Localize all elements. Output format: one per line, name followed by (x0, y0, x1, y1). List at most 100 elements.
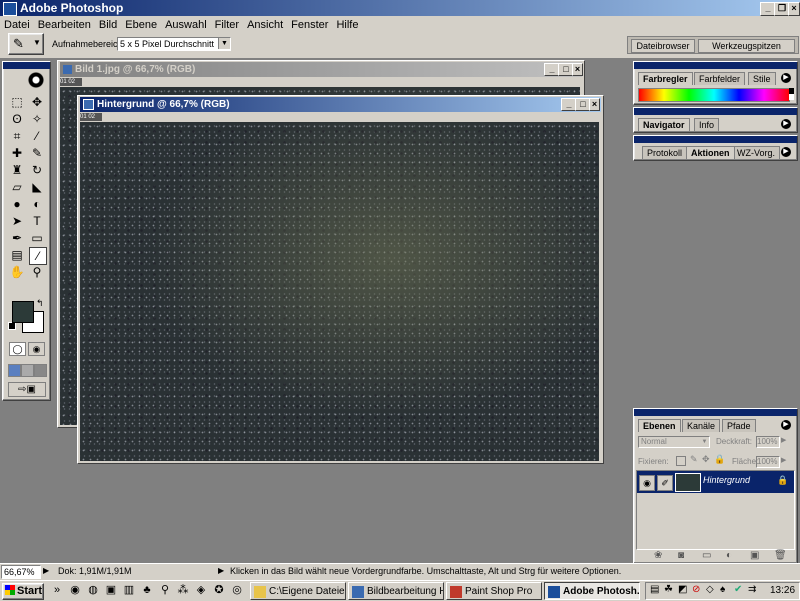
fill-arrow-icon[interactable]: ▶ (781, 456, 786, 464)
tab-info[interactable]: Info (694, 118, 720, 131)
close-button[interactable]: × (589, 98, 600, 111)
opacity-input[interactable]: 100% (756, 436, 780, 448)
tray-icon-8[interactable]: ⇉ (748, 584, 756, 595)
black-white-swatch[interactable] (789, 88, 794, 100)
delete-layer-icon[interactable]: 🗑 (774, 550, 787, 561)
screen-mode-standard-button[interactable] (8, 364, 21, 377)
zoom-icon[interactable]: ⚲ (29, 264, 45, 280)
search-icon[interactable]: ⚲ (158, 583, 172, 597)
move-icon[interactable]: ✥ (29, 94, 45, 110)
tree-icon[interactable]: ♣ (140, 583, 154, 597)
healing-brush-icon[interactable]: ✚ (9, 145, 25, 161)
start-button[interactable]: Start (2, 583, 44, 600)
panel-menu-icon[interactable]: ▶ (781, 420, 791, 430)
tab-protokoll[interactable]: Protokoll (642, 146, 688, 159)
standard-mode-button[interactable]: ◯ (9, 342, 26, 356)
sample-size-select[interactable]: 5 x 5 Pixel Durchschnitt ▼ (117, 37, 231, 51)
tab-farbfelder[interactable]: Farbfelder (694, 72, 746, 85)
media-icon[interactable]: ◎ (230, 583, 244, 597)
marquee-icon[interactable]: ⬚ (9, 94, 25, 110)
lock-paint-icon[interactable]: ✎ (690, 454, 698, 465)
layer-row-hintergrund[interactable]: ◉ ✐ Hintergrund 🔒 (637, 471, 794, 493)
save-icon[interactable]: ▣ (104, 583, 118, 597)
lasso-icon[interactable]: ʘ (9, 111, 25, 127)
tray-icon-3[interactable]: ◩ (678, 584, 687, 595)
eye-icon[interactable]: ◉ (639, 475, 655, 491)
crop-icon[interactable]: ⌗ (9, 128, 25, 144)
tab-wz-vorg[interactable]: WZ-Vorg. (732, 146, 781, 159)
tab-werkzeugspitzen[interactable]: Werkzeugspitzen (698, 39, 795, 53)
dodge-icon[interactable]: ◐ (29, 196, 45, 212)
library-icon[interactable]: ▥ (122, 583, 136, 597)
taskbar-item-paintshop[interactable]: Paint Shop Pro (446, 582, 542, 600)
network-icon[interactable]: ⁂ (176, 583, 190, 597)
lock-transparency-checkbox[interactable] (676, 456, 686, 466)
close-button[interactable]: × (572, 63, 583, 76)
tab-aktionen[interactable]: Aktionen (686, 146, 735, 159)
status-arrow-icon[interactable]: ▶ (43, 566, 49, 575)
quicklaunch-show-desktop-icon[interactable]: » (50, 583, 64, 597)
firefox-icon[interactable]: ◉ (68, 583, 82, 597)
document-canvas[interactable] (80, 122, 599, 461)
tray-icon-6[interactable]: ♠ (720, 584, 725, 595)
photoshop-logo-icon[interactable] (6, 71, 46, 89)
tab-dateibrowser[interactable]: Dateibrowser (631, 39, 695, 53)
tray-icon-2[interactable]: ☘ (664, 584, 673, 595)
stamp-icon[interactable]: ♜ (9, 162, 25, 178)
tab-pfade[interactable]: Pfade (722, 419, 756, 432)
bucket-icon[interactable]: ◣ (29, 179, 45, 195)
eyedropper-icon[interactable]: ⁄ (29, 247, 47, 265)
tab-stile[interactable]: Stile (748, 72, 776, 85)
swap-colors-icon[interactable]: ↰ (36, 298, 44, 309)
quickmask-mode-button[interactable]: ◉ (28, 342, 45, 356)
jump-to-imageready-button[interactable]: ⇨▣ (8, 382, 46, 397)
brush-icon[interactable]: ✎ (29, 145, 45, 161)
path-select-icon[interactable]: ➤ (9, 213, 25, 229)
document-titlebar[interactable]: Hintergrund @ 66,7% (RGB) _ □ × (80, 97, 601, 112)
zoom-input[interactable]: 66,67% (1, 565, 41, 579)
slice-icon[interactable]: ⁄ (29, 128, 45, 144)
tool-preset-picker[interactable]: ✎ ▼ (8, 33, 44, 55)
taskbar-item-explorer[interactable]: C:\Eigene Dateien... (250, 582, 346, 600)
tab-farbregler[interactable]: Farbregler (638, 72, 693, 85)
screen-mode-full-button[interactable] (34, 364, 47, 377)
taskbar-item-photoshop[interactable]: Adobe Photosh... (544, 582, 640, 600)
tray-icon-7[interactable]: ✔ (734, 584, 742, 595)
shape-icon[interactable]: ▭ (29, 230, 45, 246)
image-icon[interactable]: ◈ (194, 583, 208, 597)
document-window-hintergrund[interactable]: Hintergrund @ 66,7% (RGB) _ □ × 01 02 (77, 95, 604, 464)
taskbar-item-bildbearbeitung[interactable]: Bildbearbeitung Hi... (348, 582, 444, 600)
lock-move-icon[interactable]: ✥ (702, 454, 710, 465)
panel-menu-icon[interactable]: ▶ (781, 73, 791, 83)
magic-wand-icon[interactable]: ✧ (29, 111, 45, 127)
close-button[interactable]: × (788, 2, 800, 16)
add-mask-icon[interactable]: ◙ (678, 550, 684, 561)
panel-menu-icon[interactable]: ▶ (781, 147, 791, 157)
type-icon[interactable]: T (29, 213, 45, 229)
status-arrow-icon[interactable]: ▶ (218, 566, 224, 575)
chrome-icon[interactable]: ✪ (212, 583, 226, 597)
notes-icon[interactable]: ▤ (9, 247, 25, 263)
tray-icon-5[interactable]: ◇ (706, 584, 714, 595)
blur-icon[interactable]: ● (9, 196, 25, 212)
tab-ebenen[interactable]: Ebenen (638, 419, 681, 432)
lock-all-icon[interactable]: 🔒 (714, 454, 725, 465)
browser-icon[interactable]: ◍ (86, 583, 100, 597)
color-spectrum-bar[interactable] (638, 88, 790, 102)
blend-mode-select[interactable]: Normal ▼ (638, 436, 710, 448)
default-colors-icon[interactable] (8, 322, 16, 330)
document-titlebar[interactable]: Bild 1.jpg @ 66,7% (RGB) _ □ × (60, 62, 583, 77)
tab-navigator[interactable]: Navigator (638, 118, 690, 131)
new-adjustment-icon[interactable]: ◐ (726, 550, 732, 561)
tray-icon-4[interactable]: ⊘ (692, 584, 700, 595)
panel-menu-icon[interactable]: ▶ (781, 119, 791, 129)
tray-icon-1[interactable]: ▤ (650, 584, 659, 595)
pen-icon[interactable]: ✒ (9, 230, 25, 246)
fill-input[interactable]: 100% (756, 456, 780, 468)
history-brush-icon[interactable]: ↻ (29, 162, 45, 178)
tab-kanaele[interactable]: Kanäle (682, 419, 721, 432)
new-layer-icon[interactable]: ▣ (750, 550, 759, 561)
screen-mode-full-menu-button[interactable] (21, 364, 34, 377)
new-set-icon[interactable]: ▭ (702, 550, 711, 561)
opacity-arrow-icon[interactable]: ▶ (781, 436, 786, 444)
